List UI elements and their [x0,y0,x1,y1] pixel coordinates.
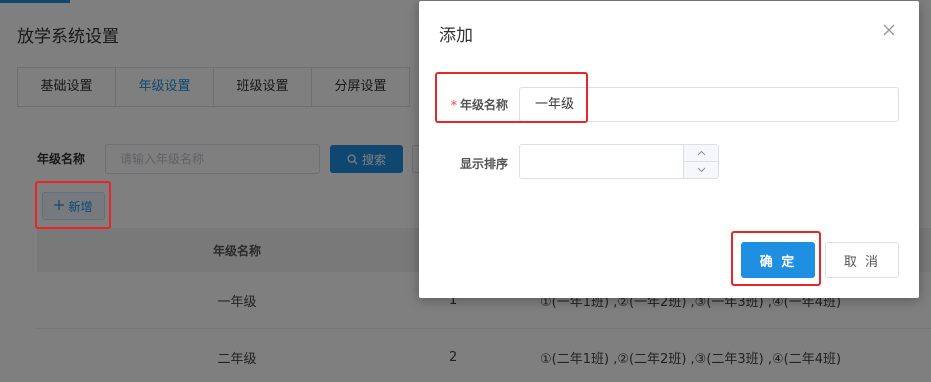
stepper-increase[interactable] [684,145,718,162]
stepper-decrease[interactable] [684,162,718,179]
dialog-title: 添加 [439,26,473,46]
display-order-label: 显示排序 [459,157,508,171]
confirm-button[interactable]: 确 定 [741,242,815,278]
stepper-buttons [683,145,718,178]
chevron-down-icon [697,167,705,173]
chevron-up-icon [697,150,705,156]
cancel-button[interactable]: 取 消 [825,242,899,278]
grade-name-input[interactable]: 一年级 [519,87,899,122]
required-mark: * [450,98,457,112]
display-order-stepper[interactable] [519,144,719,179]
close-icon[interactable] [883,21,899,37]
grade-name-label: * 年级名称 [436,96,508,113]
grade-name-label-text: 年级名称 [459,98,508,112]
add-grade-dialog: 添加 * 年级名称 一年级 显示排序 确 定 取 消 [419,1,919,298]
